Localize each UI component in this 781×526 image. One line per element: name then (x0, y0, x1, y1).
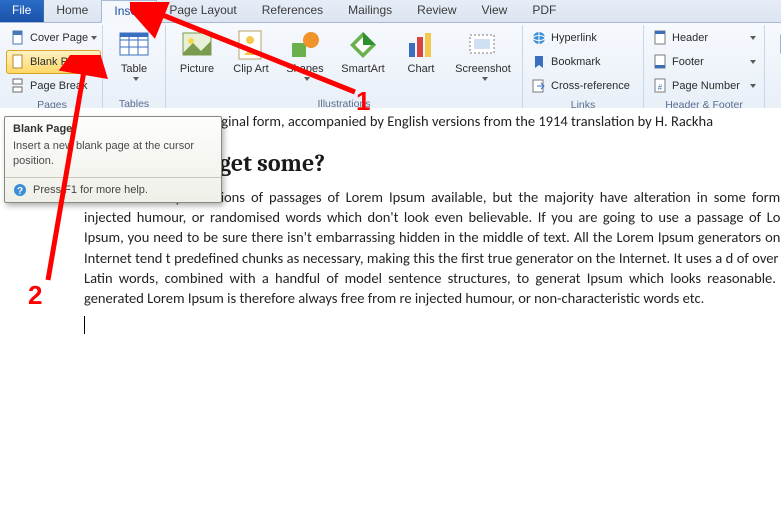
tab-review[interactable]: Review (405, 0, 469, 22)
text-box-label: Text Box (774, 63, 781, 87)
tooltip-help-text: Press F1 for more help. (33, 184, 148, 196)
clip-art-button[interactable]: Clip Art (224, 26, 278, 97)
cross-reference-label: Cross-reference (551, 80, 630, 92)
hyperlink-icon (531, 30, 547, 46)
tab-page-layout[interactable]: Page Layout (157, 0, 249, 22)
header-label: Header (672, 32, 708, 44)
blank-page-button[interactable]: Blank Page (6, 50, 101, 74)
chart-label: Chart (408, 63, 435, 75)
blank-page-label: Blank Page (30, 56, 86, 68)
shapes-button[interactable]: Shapes (278, 26, 332, 97)
smartart-icon (347, 29, 379, 61)
blank-page-icon (10, 54, 26, 70)
chevron-down-icon (750, 60, 756, 64)
help-icon: ? (13, 183, 27, 197)
clip-art-icon (235, 29, 267, 61)
table-icon (118, 29, 150, 61)
shapes-label: Shapes (286, 63, 323, 75)
page-break-icon (10, 78, 26, 94)
screenshot-icon (467, 29, 499, 61)
page-break-button[interactable]: Page Break (6, 74, 101, 98)
chevron-down-icon (133, 77, 139, 81)
tab-mailings[interactable]: Mailings (336, 0, 405, 22)
page-break-label: Page Break (30, 80, 87, 92)
tooltip-title: Blank Page (5, 117, 221, 137)
text-box-button[interactable]: A Text Box (769, 26, 781, 98)
picture-label: Picture (180, 63, 214, 75)
cross-reference-icon (531, 78, 547, 94)
group-text: A Text Box Quick Pa A WordArt A Drop Cap (765, 25, 781, 111)
annotation-number-1: 1 (356, 86, 370, 117)
cover-page-icon (10, 30, 26, 46)
page-number-icon: # (652, 78, 668, 94)
cover-page-label: Cover Page (30, 32, 88, 44)
footer-button[interactable]: Footer (648, 50, 760, 74)
hyperlink-label: Hyperlink (551, 32, 597, 44)
bookmark-label: Bookmark (551, 56, 601, 68)
screenshot-button[interactable]: Screenshot (448, 26, 518, 97)
annotation-number-2: 2 (28, 280, 42, 311)
screenshot-label: Screenshot (455, 63, 511, 75)
chart-icon (405, 29, 437, 61)
clip-art-label: Clip Art (233, 63, 268, 75)
chevron-down-icon (304, 77, 310, 81)
svg-text:#: # (658, 83, 663, 92)
chevron-down-icon (91, 36, 97, 40)
tooltip-body: Insert a new blank page at the cursor po… (5, 137, 221, 177)
table-button[interactable]: Table (107, 26, 161, 97)
tab-references[interactable]: References (250, 0, 336, 22)
group-illustrations: Picture Clip Art Shapes SmartArt Chart (166, 25, 523, 111)
page-number-button[interactable]: # Page Number (648, 74, 760, 98)
cover-page-button[interactable]: Cover Page (6, 26, 101, 50)
tab-pdf[interactable]: PDF (520, 0, 569, 22)
chevron-down-icon (750, 36, 756, 40)
tab-home[interactable]: Home (44, 0, 101, 22)
text-box-icon: A (777, 29, 781, 61)
shapes-icon (289, 29, 321, 61)
group-header-footer: Header Footer # Page Number Header & Foo… (644, 25, 765, 111)
group-links: Hyperlink Bookmark Cross-reference Links (523, 25, 644, 111)
picture-icon (181, 29, 213, 61)
svg-text:?: ? (17, 186, 23, 197)
doc-cursor-line (84, 315, 781, 335)
footer-label: Footer (672, 56, 704, 68)
tab-insert[interactable]: Insert (101, 0, 157, 23)
hyperlink-button[interactable]: Hyperlink (527, 26, 639, 50)
picture-button[interactable]: Picture (170, 26, 224, 97)
chevron-down-icon (482, 77, 488, 81)
tab-view[interactable]: View (470, 0, 521, 22)
doc-paragraph: There are many variations of passages of… (84, 187, 781, 309)
group-pages: Cover Page Blank Page Page Break Pages (2, 25, 103, 111)
group-tables: Table Tables (103, 25, 166, 111)
chevron-down-icon (750, 84, 756, 88)
ribbon-insert: Cover Page Blank Page Page Break Pages T… (0, 23, 781, 112)
chart-button[interactable]: Chart (394, 26, 448, 97)
footer-icon (652, 54, 668, 70)
header-icon (652, 30, 668, 46)
smartart-label: SmartArt (341, 63, 384, 75)
header-button[interactable]: Header (648, 26, 760, 50)
cross-reference-button[interactable]: Cross-reference (527, 74, 639, 98)
table-label: Table (121, 63, 147, 75)
page-number-label: Page Number (672, 80, 740, 92)
blank-page-tooltip: Blank Page Insert a new blank page at th… (4, 116, 222, 203)
bookmark-icon (531, 54, 547, 70)
bookmark-button[interactable]: Bookmark (527, 50, 639, 74)
tab-file[interactable]: File (0, 0, 44, 22)
ribbon-tabbar: File Home Insert Page Layout References … (0, 0, 781, 23)
text-cursor-icon (84, 316, 85, 334)
